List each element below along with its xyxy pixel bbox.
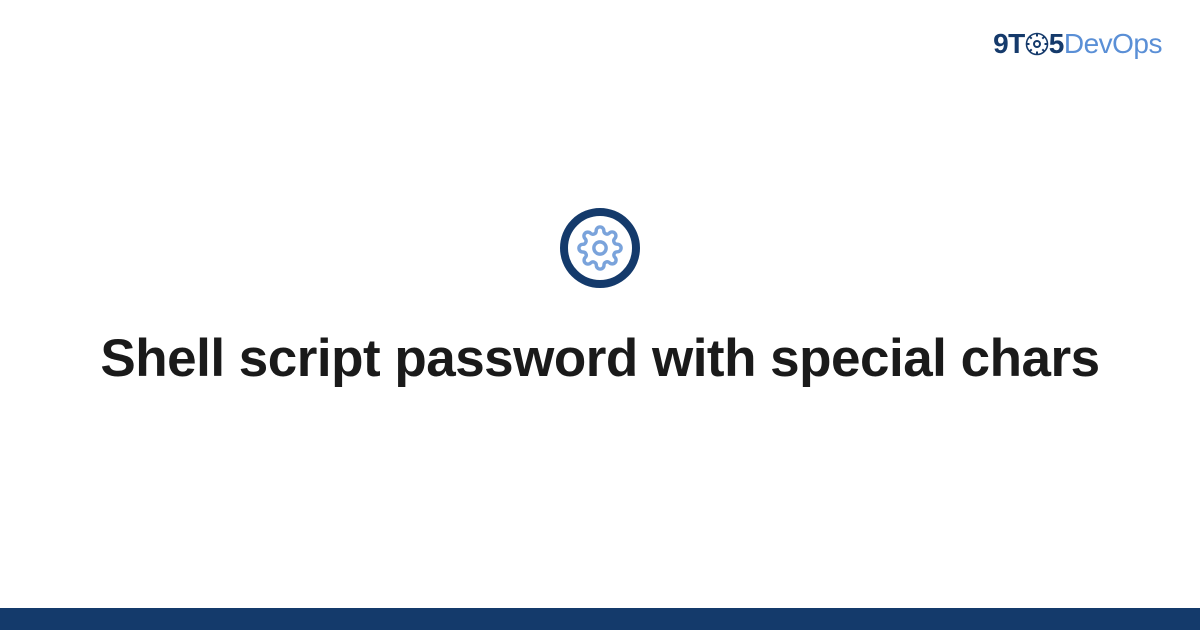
page-title: Shell script password with special chars (100, 326, 1099, 392)
bottom-accent-bar (0, 608, 1200, 630)
gear-icon (560, 208, 640, 288)
main-content: Shell script password with special chars (0, 0, 1200, 600)
